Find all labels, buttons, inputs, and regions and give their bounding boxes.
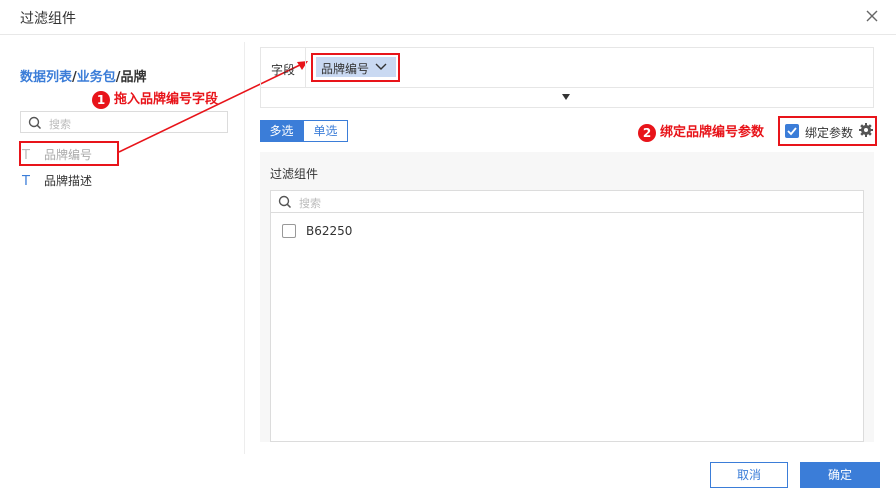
expand-caret-icon[interactable] bbox=[562, 94, 570, 100]
field-label-divider bbox=[305, 48, 306, 87]
field-label: 字段 bbox=[271, 63, 296, 77]
ok-button[interactable]: 确定 bbox=[800, 462, 880, 488]
option-label[interactable]: B62250 bbox=[306, 224, 352, 238]
search-placeholder: 搜索 bbox=[299, 197, 321, 210]
option-checkbox[interactable] bbox=[282, 224, 296, 238]
step2-annotation: 2 绑定品牌编号参数 bbox=[638, 121, 764, 142]
option-list bbox=[270, 190, 864, 442]
highlight-box-chip bbox=[311, 53, 400, 82]
tab-single-select[interactable]: 单选 bbox=[303, 120, 348, 142]
option-search-input[interactable]: 搜索 bbox=[270, 190, 864, 213]
cancel-button[interactable]: 取消 bbox=[710, 462, 788, 488]
field-row-divider bbox=[260, 87, 874, 88]
step2-number-badge: 2 bbox=[638, 123, 656, 142]
step2-text: 绑定品牌编号参数 bbox=[660, 125, 765, 140]
tab-multi-select[interactable]: 多选 bbox=[260, 120, 303, 142]
search-icon bbox=[278, 195, 292, 209]
preview-title: 过滤组件 bbox=[270, 167, 319, 181]
highlight-box-bind bbox=[778, 116, 877, 146]
